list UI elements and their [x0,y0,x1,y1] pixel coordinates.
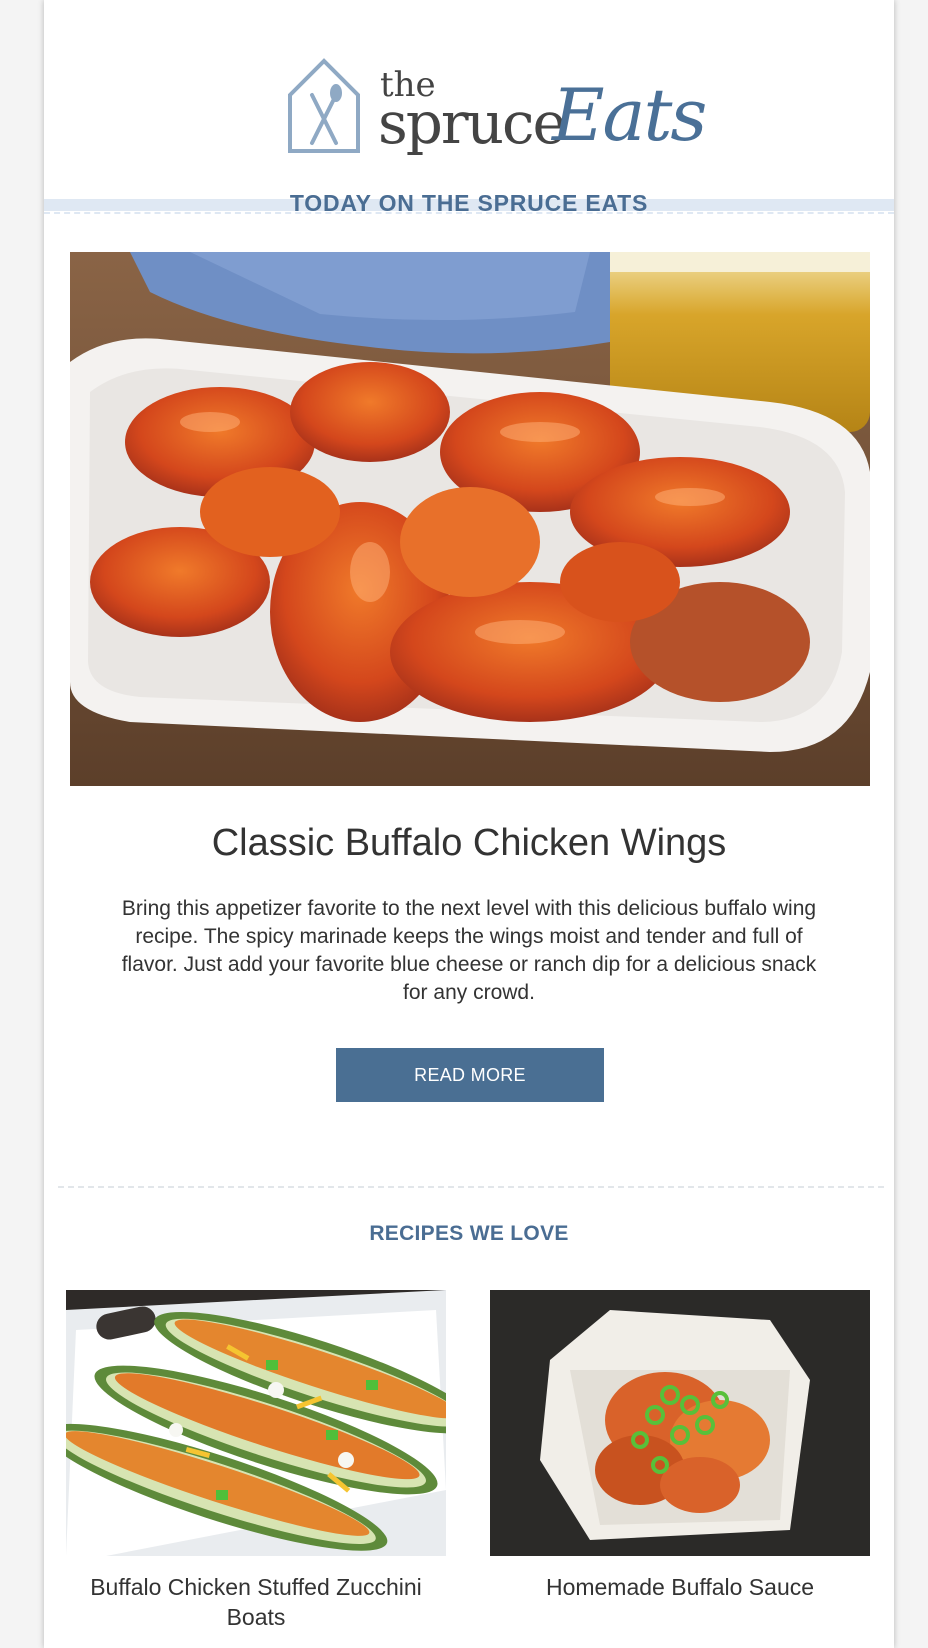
hero-image[interactable] [70,252,870,786]
logo-spruce-text: spruce [378,89,567,157]
recipe-card[interactable]: Buffalo Chicken Stuffed Zucchini Boats [66,1290,446,1632]
recipe-title[interactable]: Buffalo Chicken Stuffed Zucchini Boats [66,1572,446,1632]
email-page: the spruce Eats TODAY ON THE SPRUCE EATS [44,0,894,1648]
logo-eats-text: Eats [552,73,707,157]
recipe-title[interactable]: Homemade Buffalo Sauce [490,1572,870,1602]
house-utensils-icon [288,58,360,153]
section-divider [58,1186,884,1188]
brand-logo[interactable]: the spruce Eats [44,55,894,157]
read-more-button[interactable]: READ MORE [336,1048,604,1102]
recipe-image[interactable] [490,1290,870,1556]
feature-description: Bring this appetizer favorite to the nex… [121,897,817,1004]
recipe-image[interactable] [66,1290,446,1556]
feature-title[interactable]: Classic Buffalo Chicken Wings [44,822,894,865]
recipes-heading: RECIPES WE LOVE [369,1222,569,1245]
recipe-card[interactable]: Homemade Buffalo Sauce [490,1290,870,1602]
banner-heading: TODAY ON THE SPRUCE EATS [289,190,649,216]
